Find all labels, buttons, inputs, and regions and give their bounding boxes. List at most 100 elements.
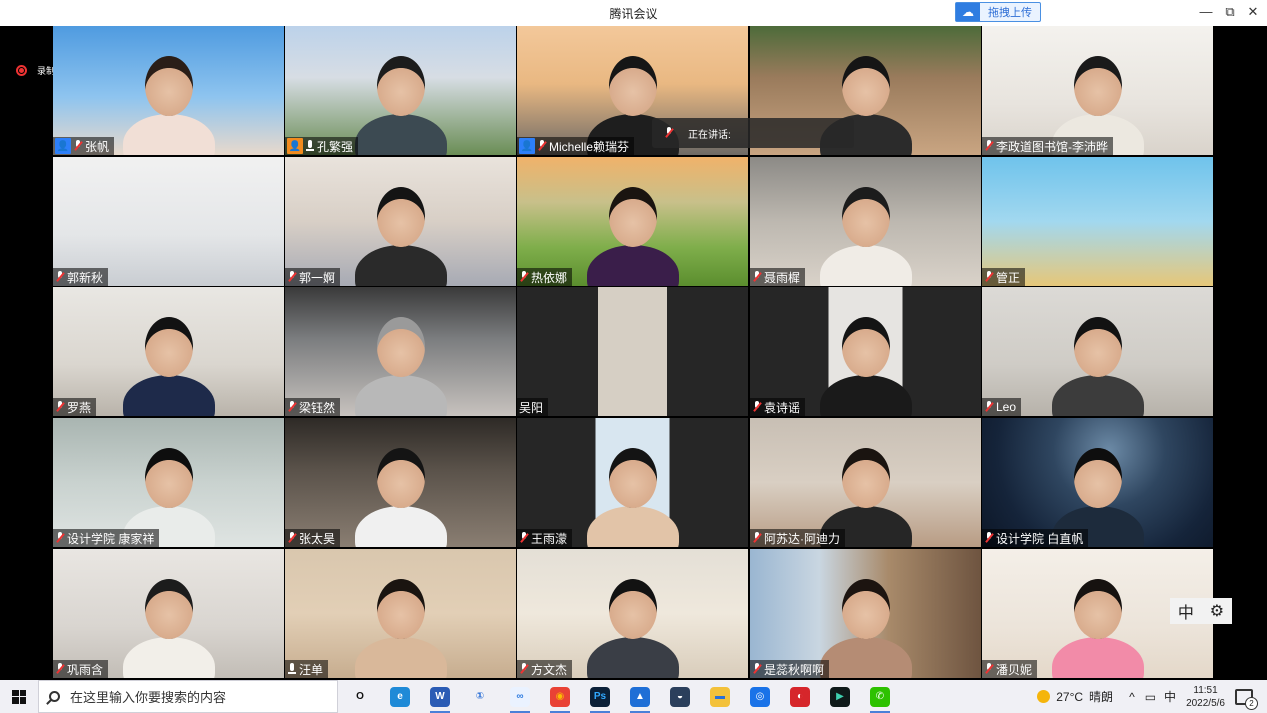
search-icon — [49, 691, 60, 702]
mic-muted-icon — [537, 140, 547, 152]
cloud-app-taskbar-button[interactable]: ▲ — [620, 680, 660, 713]
participant-tile[interactable]: 梁钰然 — [285, 287, 516, 416]
participant-tile[interactable]: 罗燕 — [53, 287, 284, 416]
mic-muted-icon — [73, 140, 83, 152]
participant-face — [1074, 579, 1122, 639]
participant-name-bar: 袁诗谣 — [750, 398, 806, 416]
participant-tile[interactable]: 是蕊秋啊啊 — [750, 549, 981, 678]
search-placeholder: 在这里输入你要搜索的内容 — [70, 690, 227, 705]
mic-muted-icon — [287, 271, 297, 283]
cloud-icon: ☁ — [956, 3, 980, 21]
battery-icon[interactable]: ▭ — [1145, 690, 1156, 704]
mic-muted-icon — [984, 663, 994, 675]
mic-muted-icon — [984, 532, 994, 544]
participant-tile[interactable]: 方文杰 — [517, 549, 748, 678]
participant-name-bar: 张太昊 — [285, 529, 341, 547]
participant-name-bar: 郭一婀 — [285, 268, 341, 286]
participant-name: 张帆 — [85, 139, 110, 154]
task-view-taskbar-button[interactable]: O — [340, 680, 380, 713]
participant-face — [609, 579, 657, 639]
mic-muted-icon — [519, 271, 529, 283]
ime-indicator[interactable]: 中 — [1164, 688, 1176, 705]
tencent-meeting-taskbar-button[interactable]: ∞ — [500, 680, 540, 713]
restore-button[interactable]: ⧉ — [1220, 4, 1240, 20]
participant-name-bar: 设计学院 白直帆 — [982, 529, 1089, 547]
participant-face — [145, 448, 193, 508]
participant-name: 管正 — [996, 270, 1021, 285]
participant-tile[interactable]: 管正 — [982, 157, 1213, 286]
participant-tile[interactable]: 👤 张帆 — [53, 26, 284, 155]
participant-face — [609, 448, 657, 508]
participant-name: 聂雨樨 — [764, 270, 801, 285]
participant-face — [1074, 448, 1122, 508]
participant-tile[interactable]: 郭一婀 — [285, 157, 516, 286]
microphone-icon — [664, 127, 676, 139]
word-taskbar-button[interactable]: W — [420, 680, 460, 713]
participant-tile[interactable]: 巩雨含 — [53, 549, 284, 678]
participant-tile[interactable]: 热依娜 — [517, 157, 748, 286]
participant-name-bar: 👤 张帆 — [53, 137, 115, 155]
mic-muted-icon — [519, 532, 529, 544]
dingtalk-icon: ◎ — [750, 686, 770, 707]
cloud-upload-button[interactable]: ☁ 拖拽上传 — [955, 2, 1041, 22]
participant-name-bar: 是蕊秋啊啊 — [750, 660, 830, 678]
chrome-taskbar-button[interactable]: ◉ — [540, 680, 580, 713]
weather-text[interactable]: 晴朗 — [1089, 688, 1113, 705]
participant-name-bar: 汪单 — [285, 660, 329, 678]
participant-name: 热依娜 — [531, 270, 568, 285]
participant-name: 阿苏达·阿迪力 — [764, 531, 840, 546]
taskbar-search-box[interactable]: 在这里输入你要搜索的内容 — [38, 680, 338, 713]
start-button[interactable] — [0, 680, 38, 713]
tray-caret-icon[interactable]: ^ — [1129, 690, 1135, 704]
participant-face — [1074, 56, 1122, 116]
close-button[interactable]: ✕ — [1243, 4, 1263, 20]
participant-tile[interactable]: 张太昊 — [285, 418, 516, 547]
participant-tile[interactable]: 袁诗谣 — [750, 287, 981, 416]
minimize-button[interactable]: — — [1196, 4, 1216, 19]
system-tray: 27°C 晴朗 ^ ▭ 中 11:51 2022/5/6 2 — [1037, 680, 1267, 713]
dingtalk-taskbar-button[interactable]: ◎ — [740, 680, 780, 713]
notification-count: 2 — [1245, 696, 1258, 710]
netease-music-icon: ◐ — [790, 686, 810, 707]
photoshop-taskbar-button[interactable]: Ps — [580, 680, 620, 713]
notification-icon[interactable]: 2 — [1235, 688, 1258, 710]
participant-name-bar: 管正 — [982, 268, 1026, 286]
person-icon: 👤 — [55, 138, 71, 154]
participant-tile[interactable]: 王雨濛 — [517, 418, 748, 547]
chrome-icon: ◉ — [550, 686, 570, 707]
weather-sun-icon — [1037, 690, 1051, 703]
participant-tile[interactable]: 设计学院 白直帆 — [982, 418, 1213, 547]
title-bar: 腾讯会议 ☁ 拖拽上传 — ⧉ ✕ — [0, 0, 1267, 26]
participant-name-bar: 郭新秋 — [53, 268, 109, 286]
mic-muted-icon — [752, 401, 762, 413]
participant-face — [842, 187, 890, 247]
participant-tile[interactable]: 吴阳 — [517, 287, 748, 416]
file-explorer-taskbar-button[interactable]: ▬ — [700, 680, 740, 713]
network-taskbar-button[interactable]: ◒ — [660, 680, 700, 713]
edge-taskbar-button[interactable]: e — [380, 680, 420, 713]
participant-tile[interactable]: 阿苏达·阿迪力 — [750, 418, 981, 547]
side-control-panel: 中 ⚙ — [1170, 598, 1232, 624]
participant-face — [377, 317, 425, 377]
participant-tile[interactable]: 李政道图书馆-李沛晔 — [982, 26, 1213, 155]
participant-tile[interactable]: 👤 孔繁强 — [285, 26, 516, 155]
clock[interactable]: 11:51 2022/5/6 — [1186, 684, 1225, 710]
participant-name-bar: 设计学院 康家祥 — [53, 529, 160, 547]
capcut-taskbar-button[interactable]: ▶ — [820, 680, 860, 713]
participant-tile[interactable]: 聂雨樨 — [750, 157, 981, 286]
mic-muted-icon — [752, 532, 762, 544]
netease-music-taskbar-button[interactable]: ◐ — [780, 680, 820, 713]
weather-temp[interactable]: 27°C — [1056, 690, 1083, 704]
participant-tile[interactable]: 设计学院 康家祥 — [53, 418, 284, 547]
settings-icon[interactable]: ⚙ — [1210, 601, 1224, 621]
participant-name: 梁钰然 — [299, 400, 336, 415]
ime-toggle[interactable]: 中 — [1178, 599, 1194, 623]
participant-tile[interactable]: Leo — [982, 287, 1213, 416]
participant-tile[interactable]: 郭新秋 — [53, 157, 284, 286]
participant-tile[interactable]: 汪单 — [285, 549, 516, 678]
participant-name: 巩雨含 — [67, 662, 104, 677]
participant-name-bar: 热依娜 — [517, 268, 573, 286]
onenote-taskbar-button[interactable]: ① — [460, 680, 500, 713]
window-title: 腾讯会议 — [609, 7, 658, 21]
wechat-taskbar-button[interactable]: ✆ — [860, 680, 900, 713]
